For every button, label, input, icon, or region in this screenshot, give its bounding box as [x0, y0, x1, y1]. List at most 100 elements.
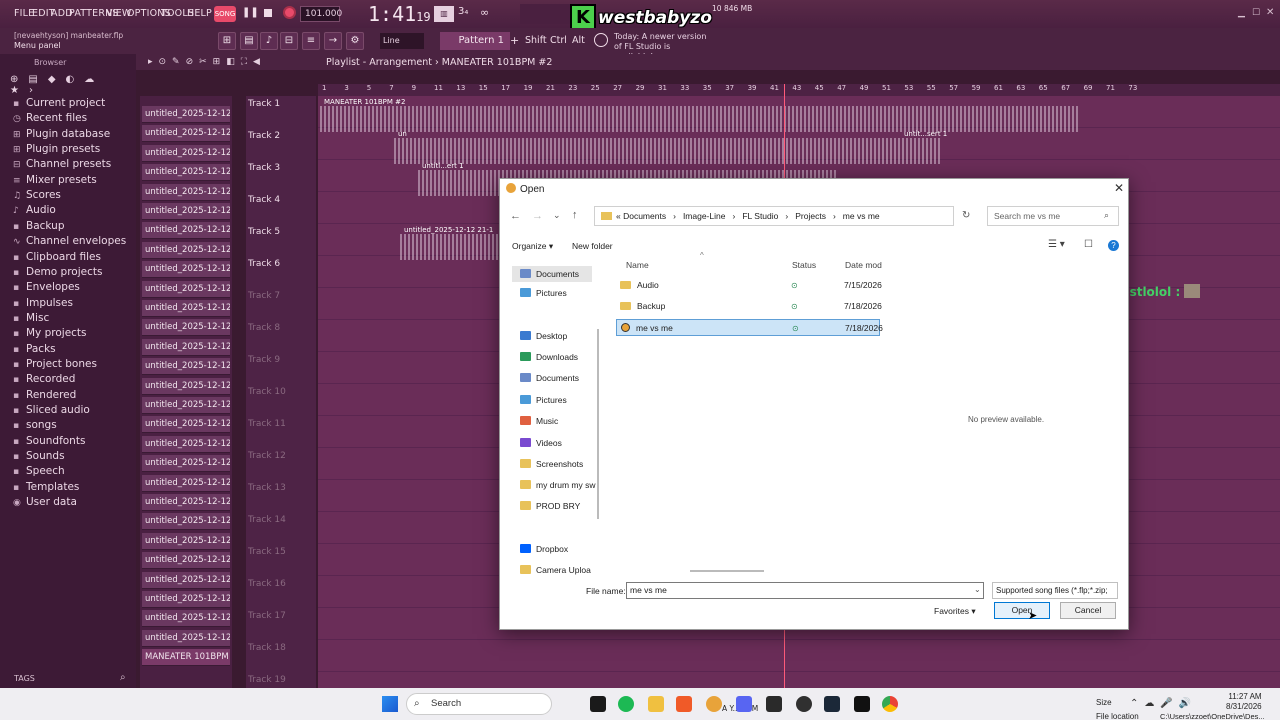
track-label[interactable]: Track 11 — [248, 419, 286, 429]
list-item[interactable]: untitled_2025-12-12 21- — [142, 494, 230, 511]
view-icon[interactable]: ☰ ▾ — [1048, 239, 1065, 250]
ctrl-button[interactable]: Ctrl — [550, 35, 567, 46]
breadcrumb-item[interactable]: FL Studio — [742, 211, 778, 221]
list-item[interactable]: untitled_2025-12-12 21- — [142, 513, 230, 531]
audio-clip[interactable] — [394, 138, 942, 164]
history-chevron-icon[interactable]: ⌄ — [553, 210, 561, 221]
nav-item[interactable]: Documents — [520, 372, 579, 384]
nav-item[interactable]: Pictures — [520, 394, 567, 406]
track-label[interactable]: Track 14 — [248, 515, 286, 525]
browser-item[interactable]: ♫ Scores — [13, 189, 61, 201]
shift-button[interactable]: Shift — [525, 35, 547, 46]
list-item[interactable]: untitled_2025-12-12 21- — [142, 591, 230, 608]
playlist-icon[interactable]: ▤ — [240, 32, 258, 50]
track-label[interactable]: Track 4 — [248, 195, 280, 205]
file-name-input[interactable]: me vs me — [626, 582, 984, 599]
tiktok-app-icon[interactable] — [854, 696, 870, 712]
list-item[interactable]: untitled_2025-12-12 20- — [142, 261, 230, 279]
browser-item[interactable]: ◷ Recent files — [13, 112, 87, 124]
cancel-button[interactable]: Cancel — [1060, 602, 1116, 619]
playlist-tools[interactable]: ▸⊙✎⊘✂⊞◧⛶◀ — [148, 57, 266, 67]
list-item[interactable]: untitled_2025-12-12 21- — [142, 610, 230, 628]
list-item[interactable]: untitled_2025-12-12 21- — [142, 416, 230, 434]
browser-item[interactable]: ▪ Packs — [13, 343, 56, 355]
stop-icon[interactable] — [264, 9, 272, 17]
browser-item[interactable]: ▪ Soundfonts — [13, 435, 85, 447]
browser-item[interactable]: ⊞ Plugin presets — [13, 143, 100, 155]
chrome-app-icon[interactable] — [882, 696, 898, 712]
terminal-app-icon[interactable] — [766, 696, 782, 712]
list-item[interactable]: untitled_2025-12-12 21- — [142, 474, 230, 492]
browser-item[interactable]: ▪ Speech — [13, 465, 65, 477]
browser-item[interactable]: ▪ Sliced audio — [13, 404, 90, 416]
search-icon[interactable]: ⌕ — [120, 672, 126, 683]
nav-item[interactable]: Desktop — [520, 330, 567, 342]
taskbar-search[interactable]: Search — [406, 693, 552, 715]
list-item[interactable]: untitled_2025-12-12 20- — [142, 338, 230, 356]
browser-item[interactable]: ▪ Demo projects — [13, 266, 102, 278]
tempo-display[interactable]: 101.000 — [300, 6, 342, 22]
metronome-icon[interactable]: 3₄ — [458, 6, 474, 22]
new-folder-button[interactable]: New folder — [572, 241, 613, 251]
list-item[interactable]: untitled_2025-12-12 20- — [142, 164, 230, 182]
pattern-select[interactable]: Pattern 1 — [440, 32, 510, 50]
browser-item[interactable]: ▪ My projects — [13, 327, 87, 339]
list-item[interactable]: untitled_2025-12-12 20- — [142, 222, 230, 240]
list-item[interactable]: untitled_2025-12-12 21- — [142, 455, 230, 473]
timeline-ruler[interactable]: 1 3 5 7 9 11 13 15 17 19 21 23 25 27 29 31 33 35 37 39 41 43 4… — [318, 84, 1280, 96]
nav-item[interactable]: PROD BRY — [520, 500, 580, 512]
track-label[interactable]: Track 8 — [248, 323, 280, 333]
file-row[interactable]: Audio ⊙ 7/15/2026 — [616, 277, 882, 294]
browser-item[interactable]: ▪ Current project — [13, 97, 105, 109]
close-icon[interactable]: ✕ — [1266, 7, 1274, 18]
list-item[interactable]: untitled_2025-12-12 21- — [142, 435, 230, 453]
brave-app-icon[interactable] — [676, 696, 692, 712]
help-icon[interactable]: ? — [1108, 240, 1119, 251]
system-tray[interactable]: ⌃☁🎤🔊 — [1130, 698, 1197, 709]
breadcrumb-item[interactable]: Projects — [795, 211, 826, 221]
browser-item[interactable]: ⊟ Channel presets — [13, 158, 111, 170]
nav-item[interactable]: Downloads — [520, 351, 578, 363]
column-date[interactable]: Date mod — [845, 260, 882, 270]
mixer-icon[interactable]: ▥ — [434, 6, 454, 22]
browser-item[interactable]: ▪ Backup — [13, 220, 65, 232]
browser-item[interactable]: ▪ Sounds — [13, 450, 65, 462]
spotify-app-icon[interactable] — [618, 696, 634, 712]
list-item[interactable]: untitled_2025-12-12 20- — [142, 319, 230, 337]
track-label[interactable]: Track 13 — [248, 483, 286, 493]
list-scrollbar[interactable] — [690, 570, 764, 572]
record-button[interactable] — [283, 6, 296, 19]
list-item[interactable]: untitled_2025-12-12 20- — [142, 183, 230, 201]
browser-item[interactable]: ▪ Templates — [13, 481, 79, 493]
steam-app-icon[interactable] — [824, 696, 840, 712]
snap-icon[interactable]: ⊞ — [218, 32, 236, 50]
maximize-icon[interactable]: ☐ — [1252, 8, 1260, 18]
audio-clip[interactable] — [400, 234, 500, 260]
minimize-icon[interactable]: ▁ — [1238, 8, 1245, 18]
breadcrumb-item[interactable]: me vs me — [843, 211, 880, 221]
list-item[interactable]: untitled_2025-12-12 20- — [142, 241, 230, 259]
track-label[interactable]: Track 9 — [248, 355, 280, 365]
track-label[interactable]: Track 5 — [248, 227, 280, 237]
file-row[interactable]: Backup ⊙ 7/18/2026 — [616, 298, 882, 315]
nav-item[interactable]: Dropbox — [520, 543, 568, 555]
organize-button[interactable]: Organize ▾ — [512, 241, 553, 252]
browser-item[interactable]: ⊞ Plugin database — [13, 128, 110, 140]
browser-item[interactable]: ▪ Recorded — [13, 373, 75, 385]
browser-item[interactable]: ▪ Impulses — [13, 297, 73, 309]
file-type-select[interactable]: Supported song files (*.flp;*.zip; — [992, 582, 1118, 599]
discord-app-icon[interactable] — [736, 696, 752, 712]
loop-icon[interactable]: ∞ — [480, 6, 496, 22]
explorer-app-icon[interactable] — [648, 696, 664, 712]
search-input[interactable]: Search me vs me — [987, 206, 1119, 226]
stop-button[interactable]: ❚❚ — [242, 7, 259, 19]
nav-item[interactable]: Pictures — [520, 287, 567, 299]
mode-select[interactable]: Line — [380, 33, 424, 49]
open-button[interactable]: Open — [994, 602, 1050, 619]
nav-item[interactable]: Videos — [520, 437, 562, 449]
list-item[interactable]: untitled_2025-12-12 21- — [142, 377, 230, 395]
pattern-item[interactable]: MANEATER 101BPM #2 — [142, 649, 230, 667]
track-label[interactable]: Track 1 — [248, 99, 280, 109]
close-icon[interactable]: ✕ — [1112, 181, 1126, 195]
refresh-icon[interactable]: ↻ — [962, 210, 970, 221]
